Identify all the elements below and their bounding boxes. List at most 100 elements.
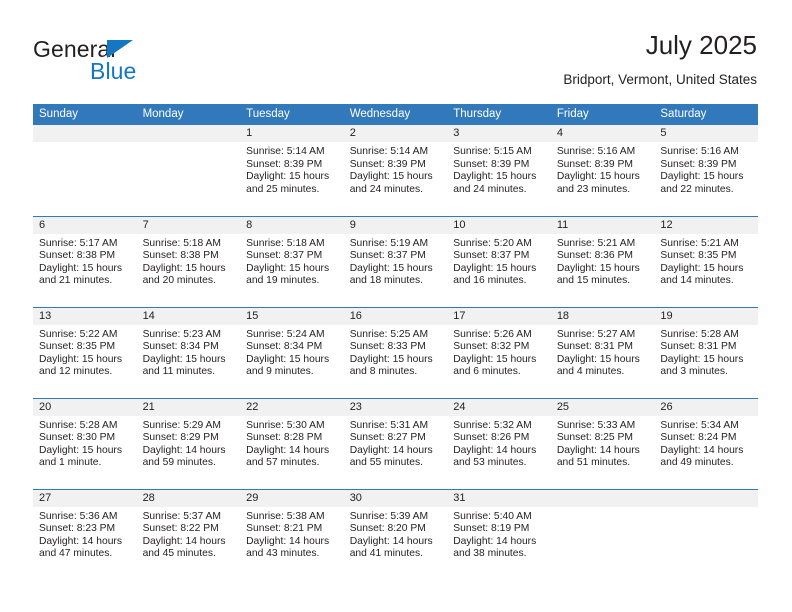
day-number: 23	[343, 398, 448, 416]
day-cell[interactable]: 26 Sunrise: 5:34 AM Sunset: 8:24 PM Dayligh…	[654, 397, 758, 489]
day-cell[interactable]: 29 Sunrise: 5:38 AM Sunset: 8:21 PM Dayligh…	[240, 488, 344, 580]
day-cell[interactable]	[33, 125, 137, 216]
day-number: 17	[447, 307, 551, 325]
daylight-text-line1: Daylight: 15 hours	[453, 262, 537, 274]
sunrise-text: Sunrise: 5:23 AM	[142, 328, 221, 340]
calendar-week-row: 1 Sunrise: 5:14 AM Sunset: 8:39 PM Daylight…	[33, 125, 758, 216]
sunrise-text: Sunrise: 5:34 AM	[660, 419, 739, 431]
daylight-text-line1: Daylight: 14 hours	[453, 444, 537, 456]
daylight-text-line1: Daylight: 14 hours	[349, 535, 433, 547]
day-cell[interactable]: 21 Sunrise: 5:29 AM Sunset: 8:29 PM Dayligh…	[136, 397, 241, 489]
daylight-text-line2: and 6 minutes.	[453, 366, 521, 378]
sunset-text: Sunset: 8:34 PM	[246, 341, 323, 353]
sunset-text: Sunset: 8:23 PM	[39, 523, 116, 535]
sunrise-text: Sunrise: 5:22 AM	[39, 328, 118, 340]
daylight-text-line1: Daylight: 15 hours	[556, 353, 640, 365]
sunrise-text: Sunrise: 5:30 AM	[246, 419, 325, 431]
daylight-text-line2: and 59 minutes.	[142, 457, 216, 469]
day-cell[interactable]: 24 Sunrise: 5:32 AM Sunset: 8:26 PM Dayligh…	[447, 397, 551, 489]
sunset-text: Sunset: 8:35 PM	[39, 341, 116, 353]
day-number: 26	[654, 398, 758, 416]
sunrise-text: Sunrise: 5:28 AM	[660, 328, 739, 340]
daylight-text-line1: Daylight: 14 hours	[142, 444, 226, 456]
day-number: 6	[33, 216, 137, 234]
day-cell[interactable]: 10 Sunrise: 5:20 AM Sunset: 8:37 PM Dayligh…	[447, 215, 551, 307]
day-cell[interactable]: 23 Sunrise: 5:31 AM Sunset: 8:27 PM Dayligh…	[343, 397, 448, 489]
sunset-text: Sunset: 8:35 PM	[660, 250, 737, 262]
calendar-week-row: 6 Sunrise: 5:17 AM Sunset: 8:38 PM Daylight…	[33, 215, 758, 307]
sunset-text: Sunset: 8:20 PM	[349, 523, 426, 535]
day-cell[interactable]: 11 Sunrise: 5:21 AM Sunset: 8:36 PM Dayligh…	[550, 215, 655, 307]
daylight-text-line1: Daylight: 14 hours	[142, 535, 226, 547]
daylight-text-line1: Daylight: 14 hours	[556, 444, 640, 456]
day-cell[interactable]: 2 Sunrise: 5:14 AM Sunset: 8:39 PM Daylight…	[343, 125, 448, 216]
daylight-text-line1: Daylight: 15 hours	[142, 262, 226, 274]
day-cell[interactable]: 8 Sunrise: 5:18 AM Sunset: 8:37 PM Daylight…	[240, 215, 344, 307]
day-cell[interactable]: 4 Sunrise: 5:16 AM Sunset: 8:39 PM Daylight…	[550, 125, 655, 216]
day-cell[interactable]: 5 Sunrise: 5:16 AM Sunset: 8:39 PM Daylight…	[654, 125, 758, 216]
daylight-text-line1: Daylight: 15 hours	[660, 353, 744, 365]
sunset-text: Sunset: 8:25 PM	[556, 432, 633, 444]
sunset-text: Sunset: 8:31 PM	[556, 341, 633, 353]
daylight-text-line1: Daylight: 14 hours	[453, 535, 537, 547]
day-cell[interactable]: 18 Sunrise: 5:27 AM Sunset: 8:31 PM Dayligh…	[550, 306, 655, 398]
day-cell[interactable]: 7 Sunrise: 5:18 AM Sunset: 8:38 PM Daylight…	[136, 215, 241, 307]
daylight-text-line1: Daylight: 15 hours	[246, 353, 330, 365]
sunrise-text: Sunrise: 5:19 AM	[349, 237, 429, 249]
day-cell[interactable]: 3 Sunrise: 5:15 AM Sunset: 8:39 PM Daylight…	[447, 125, 551, 216]
day-cell[interactable]: 31 Sunrise: 5:40 AM Sunset: 8:19 PM Dayligh…	[447, 488, 551, 580]
day-cell[interactable]: 9 Sunrise: 5:19 AM Sunset: 8:37 PM Daylight…	[343, 215, 448, 307]
day-cell[interactable]	[550, 488, 655, 580]
day-number: 9	[343, 216, 448, 234]
daylight-text-line1: Daylight: 15 hours	[39, 353, 122, 365]
day-cell[interactable]: 14 Sunrise: 5:23 AM Sunset: 8:34 PM Dayligh…	[136, 306, 241, 398]
day-cell[interactable]: 13 Sunrise: 5:22 AM Sunset: 8:35 PM Dayligh…	[33, 306, 137, 398]
daylight-text-line2: and 16 minutes.	[453, 275, 527, 287]
sunrise-text: Sunrise: 5:27 AM	[556, 328, 636, 340]
day-number: 12	[654, 216, 758, 234]
daylight-text-line1: Daylight: 15 hours	[556, 171, 640, 183]
day-cell[interactable]: 16 Sunrise: 5:25 AM Sunset: 8:33 PM Dayligh…	[343, 306, 448, 398]
sunset-text: Sunset: 8:26 PM	[453, 432, 530, 444]
sunset-text: Sunset: 8:38 PM	[39, 250, 116, 262]
sunrise-text: Sunrise: 5:40 AM	[453, 510, 532, 522]
sunset-text: Sunset: 8:21 PM	[246, 523, 323, 535]
day-cell[interactable]	[654, 488, 758, 580]
day-cell[interactable]: 22 Sunrise: 5:30 AM Sunset: 8:28 PM Dayligh…	[240, 397, 344, 489]
day-number: 13	[33, 307, 137, 325]
day-cell[interactable]: 12 Sunrise: 5:21 AM Sunset: 8:35 PM Dayligh…	[654, 215, 758, 307]
calendar-week-row: 13 Sunrise: 5:22 AM Sunset: 8:35 PM Dayligh…	[33, 306, 758, 398]
day-cell[interactable]: 19 Sunrise: 5:28 AM Sunset: 8:31 PM Dayligh…	[654, 306, 758, 398]
sunset-text: Sunset: 8:29 PM	[142, 432, 219, 444]
daylight-text-line2: and 45 minutes.	[142, 548, 216, 560]
day-cell[interactable]: 17 Sunrise: 5:26 AM Sunset: 8:32 PM Dayligh…	[447, 306, 551, 398]
sunrise-text: Sunrise: 5:21 AM	[660, 237, 739, 249]
day-number: 7	[136, 216, 241, 234]
day-cell[interactable]: 27 Sunrise: 5:36 AM Sunset: 8:23 PM Dayligh…	[33, 488, 137, 580]
daylight-text-line1: Daylight: 15 hours	[453, 171, 537, 183]
sunset-text: Sunset: 8:31 PM	[660, 341, 737, 353]
day-cell[interactable]: 1 Sunrise: 5:14 AM Sunset: 8:39 PM Daylight…	[240, 125, 344, 216]
day-cell[interactable]: 25 Sunrise: 5:33 AM Sunset: 8:25 PM Dayligh…	[550, 397, 655, 489]
daylight-text-line1: Daylight: 15 hours	[453, 353, 537, 365]
daylight-text-line2: and 4 minutes.	[556, 366, 625, 378]
generalblue-logo[interactable]: General Blue	[33, 36, 213, 96]
weekday-header-tuesday: Tuesday	[240, 104, 344, 125]
sunset-text: Sunset: 8:27 PM	[349, 432, 426, 444]
sunrise-text: Sunrise: 5:24 AM	[246, 328, 325, 340]
daylight-text-line1: Daylight: 15 hours	[349, 171, 433, 183]
day-number: 31	[447, 489, 551, 507]
day-cell[interactable]: 30 Sunrise: 5:39 AM Sunset: 8:20 PM Dayligh…	[343, 488, 448, 580]
daylight-text-line2: and 22 minutes.	[660, 183, 734, 195]
day-cell[interactable]: 20 Sunrise: 5:28 AM Sunset: 8:30 PM Dayligh…	[33, 397, 137, 489]
day-cell[interactable]	[136, 125, 241, 216]
daylight-text-line2: and 53 minutes.	[453, 457, 527, 469]
day-cell[interactable]: 28 Sunrise: 5:37 AM Sunset: 8:22 PM Dayligh…	[136, 488, 241, 580]
sunrise-text: Sunrise: 5:18 AM	[246, 237, 325, 249]
day-number: 3	[447, 125, 551, 142]
sunrise-text: Sunrise: 5:26 AM	[453, 328, 532, 340]
day-cell[interactable]: 15 Sunrise: 5:24 AM Sunset: 8:34 PM Dayligh…	[240, 306, 344, 398]
day-cell[interactable]: 6 Sunrise: 5:17 AM Sunset: 8:38 PM Daylight…	[33, 215, 137, 307]
sunrise-text: Sunrise: 5:32 AM	[453, 419, 532, 431]
sunset-text: Sunset: 8:33 PM	[349, 341, 426, 353]
